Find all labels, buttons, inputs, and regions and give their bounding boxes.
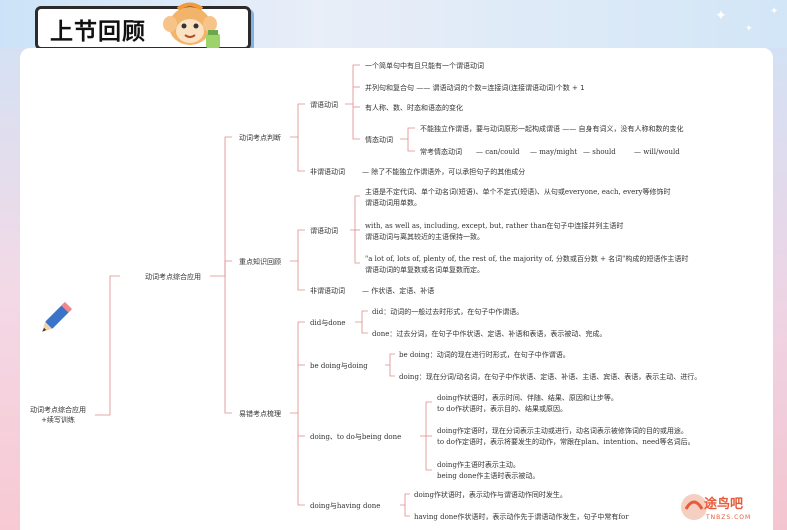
node-review-predicate: 谓语动词 <box>310 227 338 235</box>
node-be-doing: be doing与doing <box>310 362 368 370</box>
watermark-name: 途鸟吧 <box>704 497 744 512</box>
mindmap-root-node: 动词考点综合应用 +续写训练 <box>30 406 86 424</box>
node-review-rule-3b: 谓语动词的单复数或名词单复数而定。 <box>365 266 484 274</box>
node-attributive-todo: to do作定语时，表示将要发生的动作，常跟在plan、intention、ne… <box>437 438 695 446</box>
node-modal-verb: 情态动词 <box>365 136 393 144</box>
node-review-rule-1b: 谓语动词用单数。 <box>365 199 421 207</box>
node-common-modals: 常考情态动词 <box>420 148 462 156</box>
watermark-url: TNBZS.COM <box>706 514 752 521</box>
node-doing-having-done: doing与having done <box>310 502 381 510</box>
node-review-rule-3a: "a lot of, lots of, plenty of, the rest … <box>365 255 689 263</box>
node-nonpredicate-rule: — 除了不能独立作谓语外，可以承担句子的其他成分 <box>362 168 526 176</box>
node-adverbial-todo: to do作状语时，表示目的、结果或原因。 <box>437 405 567 413</box>
node-did-done: did与done <box>310 319 346 327</box>
node-predicate-rule-3: 有人称、数、时态和语态的变化 <box>365 104 463 112</box>
node-done-rule: done：过去分词，在句子中作状语、定语、补语和表语，表示被动、完成。 <box>372 330 607 338</box>
modal-word-will-would: — will/would <box>634 148 680 156</box>
node-did-rule: did：动词的一般过去时形式，在句子中作谓语。 <box>372 308 524 316</box>
node-predicate-rule-2: 并列句和复合句 —— 谓语动词的个数=连接词(连接谓语动词)个数 + 1 <box>365 84 585 92</box>
node-review-nonpredicate: 非谓语动词 <box>310 287 345 295</box>
mindmap-level1-node: 动词考点综合应用 <box>145 273 201 281</box>
modal-word-should: — should <box>583 148 616 156</box>
node-be-doing-rule: be doing：动词的现在进行时形式，在句子中作谓语。 <box>399 351 570 359</box>
node-doing-adverbial: doing作状语时，表示动作与谓语动作同时发生。 <box>414 491 567 499</box>
node-review-rule-2b: 谓语动词与离其较近的主语保持一致。 <box>365 233 484 241</box>
branch-verb-judgement: 动词考点判断 <box>239 134 281 142</box>
node-modal-rule: 不能独立作谓语，要与动词原形一起构成谓语 —— 自身有词义，没有人称和数的变化 <box>420 125 684 133</box>
node-predicate-rule-1: 一个简单句中有且只能有一个谓语动词 <box>365 62 484 70</box>
node-having-done-adverbial: having done作状语时，表示动作先于谓语动作发生，句子中常有for <box>414 513 629 521</box>
node-subject-being-done: being done作主语时表示被动。 <box>437 472 540 480</box>
node-adverbial-doing: doing作状语时，表示时间、伴随、结果、原因和让步等。 <box>437 394 618 402</box>
node-predicate-verb: 谓语动词 <box>310 101 338 109</box>
branch-key-review: 重点知识回顾 <box>239 258 281 266</box>
modal-word-can-could: — can/could <box>476 148 520 156</box>
node-review-rule-1a: 主语是不定代词、单个动名词(短语)、单个不定式(短语)、从句或everyone,… <box>365 188 671 196</box>
node-attributive-doing: doing作定语时，现在分词表示主动或进行，动名词表示被修饰词的目的或用途。 <box>437 427 688 435</box>
node-nonpredicate-verb: 非谓语动词 <box>310 168 345 176</box>
node-doing-rule: doing：现在分词/动名词，在句子中作状语、定语、补语、主语、宾语、表语，表示… <box>399 373 702 381</box>
node-subject-doing: doing作主语时表示主动。 <box>437 461 520 469</box>
node-doing-todo: doing、to do与being done <box>310 433 402 441</box>
node-review-rule-2a: with, as well as, including, except, but… <box>365 222 624 230</box>
node-review-nonpredicate-rule: — 作状语、定语、补语 <box>362 287 435 295</box>
branch-error-points: 易错考点梳理 <box>239 410 281 418</box>
pencil-icon <box>42 302 72 332</box>
modal-word-may-might: — may/might <box>530 148 578 156</box>
